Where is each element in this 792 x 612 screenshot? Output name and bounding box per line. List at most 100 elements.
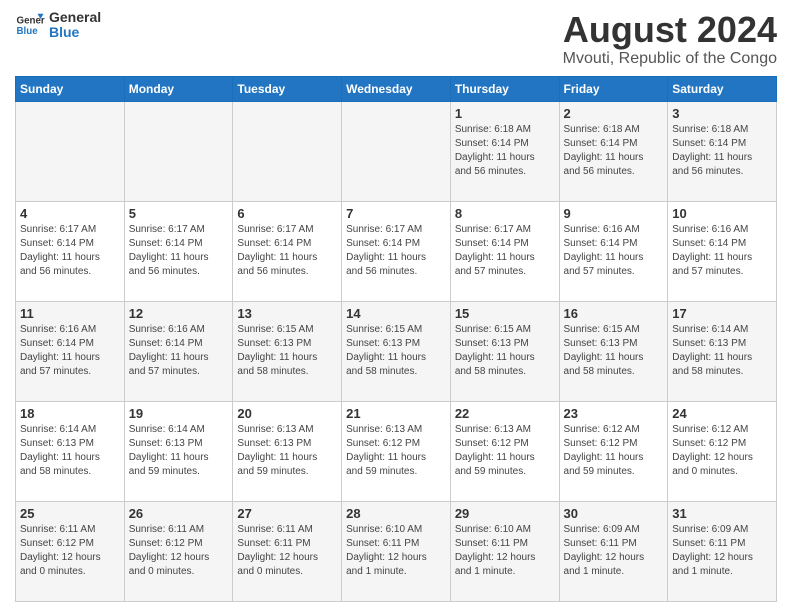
day-info: Sunrise: 6:16 AMSunset: 6:14 PMDaylight:…: [564, 223, 664, 279]
day-number: 28: [346, 506, 446, 521]
day-cell: 26 Sunrise: 6:11 AMSunset: 6:12 PMDayligh…: [124, 501, 233, 601]
day-info: Sunrise: 6:11 AMSunset: 6:12 PMDaylight:…: [129, 523, 229, 579]
day-number: 8: [455, 206, 555, 221]
subtitle: Mvouti, Republic of the Congo: [563, 50, 777, 68]
day-info: Sunrise: 6:12 AMSunset: 6:12 PMDaylight:…: [672, 423, 772, 479]
day-number: 19: [129, 406, 229, 421]
day-cell: 7Sunrise: 6:17 AMSunset: 6:14 PMDaylight…: [342, 201, 451, 301]
day-number: 31: [672, 506, 772, 521]
header-row: SundayMondayTuesdayWednesdayThursdayFrid…: [16, 76, 777, 101]
svg-text:Blue: Blue: [17, 26, 39, 37]
header-cell-thursday: Thursday: [450, 76, 559, 101]
day-cell: 23 Sunrise: 6:12 AMSunset: 6:12 PMDayligh…: [559, 401, 668, 501]
day-info: Sunrise: 6:14 AMSunset: 6:13 PMDaylight:…: [672, 323, 772, 379]
week-row-4: 18 Sunrise: 6:14 AMSunset: 6:13 PMDayligh…: [16, 401, 777, 501]
day-number: 18: [20, 406, 120, 421]
day-cell: [124, 101, 233, 201]
day-info: Sunrise: 6:10 AMSunset: 6:11 PMDaylight:…: [455, 523, 555, 579]
day-cell: 20 Sunrise: 6:13 AMSunset: 6:13 PMDayligh…: [233, 401, 342, 501]
day-info: Sunrise: 6:09 AMSunset: 6:11 PMDaylight:…: [564, 523, 664, 579]
day-number: 10: [672, 206, 772, 221]
day-cell: [16, 101, 125, 201]
title-block: August 2024 Mvouti, Republic of the Cong…: [563, 10, 777, 68]
day-cell: 8 Sunrise: 6:17 AMSunset: 6:14 PMDaylight…: [450, 201, 559, 301]
day-info: Sunrise: 6:18 AMSunset: 6:14 PMDaylight:…: [455, 123, 555, 179]
day-info: Sunrise: 6:13 AMSunset: 6:12 PMDaylight:…: [455, 423, 555, 479]
day-number: 13: [237, 306, 337, 321]
day-cell: 19 Sunrise: 6:14 AMSunset: 6:13 PMDayligh…: [124, 401, 233, 501]
day-info: Sunrise: 6:17 AMSunset: 6:14 PMDaylight:…: [129, 223, 229, 279]
calendar-header: SundayMondayTuesdayWednesdayThursdayFrid…: [16, 76, 777, 101]
day-info: Sunrise: 6:15 AMSunset: 6:13 PMDaylight:…: [237, 323, 337, 379]
day-info: Sunrise: 6:13 AMSunset: 6:12 PMDaylight:…: [346, 423, 446, 479]
day-number: 21: [346, 406, 446, 421]
day-number: 11: [20, 306, 120, 321]
day-info: Sunrise: 6:16 AMSunset: 6:14 PMDaylight:…: [129, 323, 229, 379]
header-cell-sunday: Sunday: [16, 76, 125, 101]
day-cell: 22Sunrise: 6:13 AMSunset: 6:12 PMDayligh…: [450, 401, 559, 501]
day-info: Sunrise: 6:15 AMSunset: 6:13 PMDaylight:…: [564, 323, 664, 379]
day-number: 2: [564, 106, 664, 121]
logo-text: General Blue: [49, 10, 101, 41]
day-cell: 30Sunrise: 6:09 AMSunset: 6:11 PMDayligh…: [559, 501, 668, 601]
day-info: Sunrise: 6:17 AMSunset: 6:14 PMDaylight:…: [346, 223, 446, 279]
day-cell: 15Sunrise: 6:15 AMSunset: 6:13 PMDayligh…: [450, 301, 559, 401]
day-cell: 11Sunrise: 6:16 AMSunset: 6:14 PMDayligh…: [16, 301, 125, 401]
day-number: 20: [237, 406, 337, 421]
day-cell: 1 Sunrise: 6:18 AMSunset: 6:14 PMDaylight…: [450, 101, 559, 201]
day-number: 1: [455, 106, 555, 121]
day-info: Sunrise: 6:14 AMSunset: 6:13 PMDaylight:…: [129, 423, 229, 479]
day-cell: 25Sunrise: 6:11 AMSunset: 6:12 PMDayligh…: [16, 501, 125, 601]
day-info: Sunrise: 6:10 AMSunset: 6:11 PMDaylight:…: [346, 523, 446, 579]
day-number: 16: [564, 306, 664, 321]
header-cell-wednesday: Wednesday: [342, 76, 451, 101]
day-cell: 5Sunrise: 6:17 AMSunset: 6:14 PMDaylight…: [124, 201, 233, 301]
day-cell: 31 Sunrise: 6:09 AMSunset: 6:11 PMDayligh…: [668, 501, 777, 601]
day-number: 26: [129, 506, 229, 521]
day-cell: 14Sunrise: 6:15 AMSunset: 6:13 PMDayligh…: [342, 301, 451, 401]
day-cell: 18Sunrise: 6:14 AMSunset: 6:13 PMDayligh…: [16, 401, 125, 501]
day-number: 4: [20, 206, 120, 221]
day-cell: 16 Sunrise: 6:15 AMSunset: 6:13 PMDayligh…: [559, 301, 668, 401]
day-info: Sunrise: 6:13 AMSunset: 6:13 PMDaylight:…: [237, 423, 337, 479]
day-cell: 6Sunrise: 6:17 AMSunset: 6:14 PMDaylight…: [233, 201, 342, 301]
day-cell: 2Sunrise: 6:18 AMSunset: 6:14 PMDaylight…: [559, 101, 668, 201]
day-info: Sunrise: 6:11 AMSunset: 6:11 PMDaylight:…: [237, 523, 337, 579]
day-cell: 29Sunrise: 6:10 AMSunset: 6:11 PMDayligh…: [450, 501, 559, 601]
day-number: 9: [564, 206, 664, 221]
day-info: Sunrise: 6:16 AMSunset: 6:14 PMDaylight:…: [672, 223, 772, 279]
day-number: 23: [564, 406, 664, 421]
main-title: August 2024: [563, 10, 777, 50]
day-number: 3: [672, 106, 772, 121]
day-cell: 21 Sunrise: 6:13 AMSunset: 6:12 PMDayligh…: [342, 401, 451, 501]
day-cell: 3 Sunrise: 6:18 AMSunset: 6:14 PMDaylight…: [668, 101, 777, 201]
day-number: 12: [129, 306, 229, 321]
day-cell: 9 Sunrise: 6:16 AMSunset: 6:14 PMDaylight…: [559, 201, 668, 301]
day-info: Sunrise: 6:12 AMSunset: 6:12 PMDaylight:…: [564, 423, 664, 479]
day-cell: 17 Sunrise: 6:14 AMSunset: 6:13 PMDayligh…: [668, 301, 777, 401]
logo-icon: General Blue: [15, 10, 45, 40]
day-info: Sunrise: 6:18 AMSunset: 6:14 PMDaylight:…: [672, 123, 772, 179]
day-cell: 4 Sunrise: 6:17 AMSunset: 6:14 PMDaylight…: [16, 201, 125, 301]
day-cell: 10 Sunrise: 6:16 AMSunset: 6:14 PMDayligh…: [668, 201, 777, 301]
day-info: Sunrise: 6:11 AMSunset: 6:12 PMDaylight:…: [20, 523, 120, 579]
header-cell-monday: Monday: [124, 76, 233, 101]
week-row-1: 1 Sunrise: 6:18 AMSunset: 6:14 PMDaylight…: [16, 101, 777, 201]
day-info: Sunrise: 6:09 AMSunset: 6:11 PMDaylight:…: [672, 523, 772, 579]
logo-line1: General: [49, 10, 101, 25]
logo: General Blue General Blue: [15, 10, 101, 41]
header-cell-friday: Friday: [559, 76, 668, 101]
day-number: 27: [237, 506, 337, 521]
calendar-table: SundayMondayTuesdayWednesdayThursdayFrid…: [15, 76, 777, 602]
header: General Blue General Blue August 2024 Mv…: [15, 10, 777, 68]
day-info: Sunrise: 6:17 AMSunset: 6:14 PMDaylight:…: [20, 223, 120, 279]
day-info: Sunrise: 6:17 AMSunset: 6:14 PMDaylight:…: [455, 223, 555, 279]
logo-line2: Blue: [49, 25, 101, 40]
day-cell: 27 Sunrise: 6:11 AMSunset: 6:11 PMDayligh…: [233, 501, 342, 601]
header-cell-saturday: Saturday: [668, 76, 777, 101]
week-row-5: 25Sunrise: 6:11 AMSunset: 6:12 PMDayligh…: [16, 501, 777, 601]
day-number: 17: [672, 306, 772, 321]
calendar-page: General Blue General Blue August 2024 Mv…: [0, 0, 792, 612]
day-cell: 12 Sunrise: 6:16 AMSunset: 6:14 PMDayligh…: [124, 301, 233, 401]
day-cell: [342, 101, 451, 201]
